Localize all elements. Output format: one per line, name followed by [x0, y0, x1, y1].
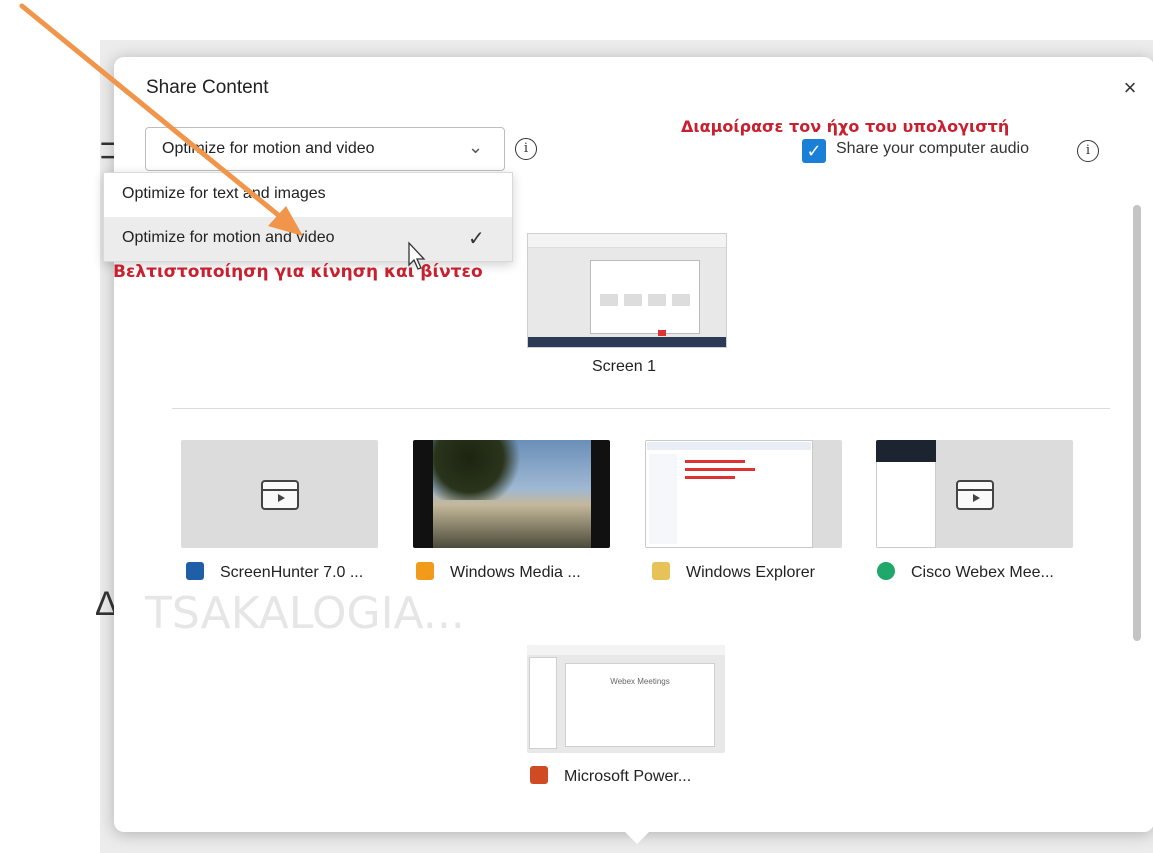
cursor-icon — [408, 241, 426, 270]
annotation-arrow — [19, 3, 303, 236]
